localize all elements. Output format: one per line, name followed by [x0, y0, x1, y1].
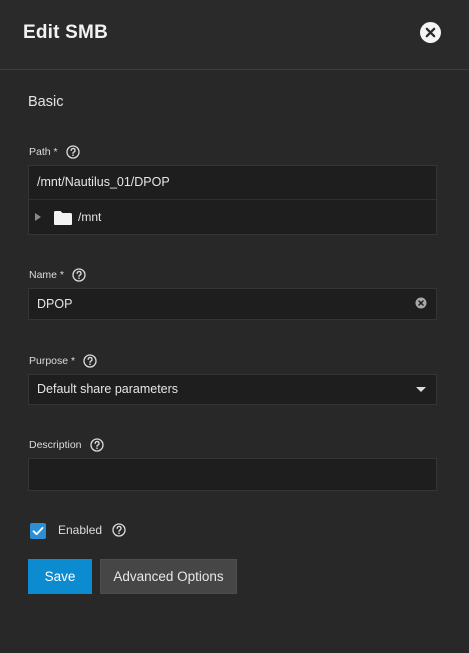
dialog-title: Edit SMB [23, 22, 108, 43]
save-button[interactable]: Save [28, 559, 92, 594]
help-icon[interactable] [112, 523, 126, 537]
name-label-row: Name * [29, 267, 86, 283]
description-input[interactable] [28, 458, 437, 491]
folder-icon [54, 211, 72, 225]
edit-smb-dialog: Edit SMB Basic Path * /mnt/Nautilus_01/D… [0, 0, 469, 653]
tree-label: /mnt [78, 210, 102, 224]
path-label-row: Path * [29, 144, 80, 160]
enabled-checkbox[interactable] [30, 523, 46, 539]
help-icon[interactable] [83, 354, 97, 368]
purpose-label: Purpose * [29, 355, 76, 367]
dialog-header: Edit SMB [0, 0, 469, 70]
path-input[interactable]: /mnt/Nautilus_01/DPOP [37, 175, 170, 189]
close-icon[interactable] [420, 22, 441, 43]
name-field[interactable]: DPOP [28, 288, 437, 320]
checkmark-icon [32, 527, 44, 536]
caret-right-icon[interactable] [35, 213, 41, 221]
help-icon[interactable] [72, 268, 86, 282]
help-icon[interactable] [89, 438, 104, 452]
advanced-options-button[interactable]: Advanced Options [100, 559, 237, 594]
description-label-row: Description [29, 437, 104, 453]
tree-node-mnt[interactable]: /mnt [29, 200, 436, 234]
enabled-label-row: Enabled [58, 522, 126, 538]
description-label: Description [29, 439, 82, 451]
section-title-basic: Basic [28, 94, 64, 110]
clear-icon[interactable] [415, 297, 427, 309]
help-icon[interactable] [65, 145, 80, 159]
name-label: Name * [29, 269, 65, 281]
purpose-select[interactable]: Default share parameters [28, 374, 437, 405]
chevron-down-icon[interactable] [416, 387, 426, 392]
purpose-selected-value: Default share parameters [37, 382, 179, 396]
path-label: Path * [29, 146, 58, 158]
enabled-label[interactable]: Enabled [58, 523, 102, 537]
purpose-label-row: Purpose * [29, 353, 97, 369]
path-field[interactable]: /mnt/Nautilus_01/DPOP /mnt [28, 165, 437, 235]
name-input[interactable]: DPOP [37, 297, 72, 311]
